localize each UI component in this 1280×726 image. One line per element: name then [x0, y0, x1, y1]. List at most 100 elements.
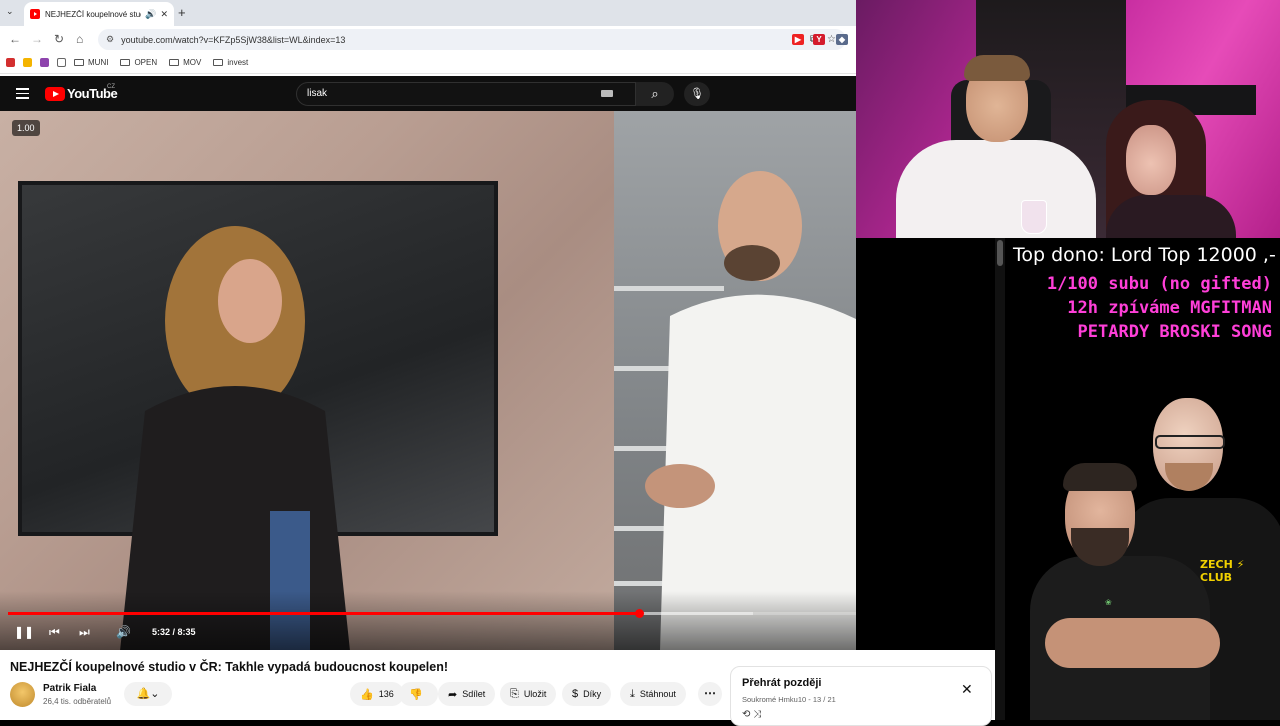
overlay-shirt-logo-left-icon: ❀: [1105, 598, 1112, 607]
pause-icon[interactable]: ❚❚: [14, 625, 34, 639]
home-icon[interactable]: ⌂: [76, 32, 83, 46]
thumbs-up-icon: 👍: [360, 688, 374, 701]
extension-shield-icon[interactable]: ◆: [836, 34, 848, 45]
glasses-icon: [1155, 435, 1225, 449]
thanks-label: Díky: [583, 689, 602, 699]
webcam-woman-face: [1126, 125, 1176, 195]
save-button[interactable]: ⎘ Uložit: [500, 682, 557, 706]
bookmark-folder-mov[interactable]: MOV: [169, 58, 201, 67]
bookmark-app-icon[interactable]: [6, 58, 15, 67]
video-person-man: [645, 171, 856, 650]
save-label: Uložit: [523, 689, 547, 699]
previous-icon[interactable]: ⏮: [49, 625, 60, 640]
scrollbar-thumb[interactable]: [997, 240, 1003, 266]
more-actions-button[interactable]: ⋯: [698, 682, 722, 706]
dislike-button[interactable]: 👎: [399, 682, 438, 706]
streamer-webcam: [856, 0, 1280, 238]
bookmark-star-icon[interactable]: ☆: [827, 34, 836, 45]
overlay-person-left-arms: [1045, 618, 1220, 668]
bookmark-folder-muni[interactable]: MUNI: [74, 58, 108, 67]
search-icon: ⌕: [651, 86, 659, 101]
tab-strip: ⌄ NEJHEZČÍ koupelnové studi 🔊 ✕ +: [0, 0, 856, 26]
video-info: NEJHEZČÍ koupelnové studio v ČR: Takhle …: [0, 650, 1000, 726]
channel-avatar[interactable]: [10, 682, 35, 707]
bookmark-app-icon[interactable]: [40, 58, 49, 67]
forward-icon[interactable]: →: [31, 32, 43, 46]
video-person-woman: [120, 226, 350, 650]
keyboard-icon[interactable]: [601, 90, 613, 97]
overlay-shirt-logo-icon: ZECH ⚡ CLUB: [1200, 558, 1245, 584]
bookmark-label: MOV: [183, 58, 202, 67]
playlist-panel: Přehrát později Soukromé Hmku10 - 13 / 2…: [730, 666, 992, 726]
time-display: 5:32 / 8:35: [152, 627, 196, 637]
playlist-close-icon[interactable]: ✕: [961, 681, 973, 698]
bookmark-app-icon[interactable]: [23, 58, 32, 67]
folder-icon: [169, 59, 180, 66]
site-info-icon[interactable]: ⚙: [106, 34, 114, 45]
subscriber-count: 26,4 tis. odběratelů: [43, 697, 112, 706]
thanks-icon: $: [572, 688, 579, 700]
search-button[interactable]: ⌕: [636, 82, 674, 106]
bookmark-label: OPEN: [134, 58, 158, 67]
youtube-favicon-icon: [30, 9, 40, 19]
mic-icon: 🎙: [690, 88, 704, 100]
reload-icon[interactable]: ↻: [54, 32, 64, 46]
volume-icon[interactable]: 🔊: [116, 625, 131, 639]
new-tab-button[interactable]: +: [178, 5, 186, 20]
extension-youtube-icon[interactable]: ▶: [792, 34, 804, 45]
bell-icon: 🔔⌄: [136, 688, 160, 700]
apps-grid-icon[interactable]: [57, 58, 66, 67]
tab-close-icon[interactable]: ✕: [160, 9, 168, 20]
goal-line-1: 1/100 subu (no gifted): [1046, 274, 1272, 294]
folder-icon: [120, 59, 131, 66]
notification-bell-button[interactable]: 🔔⌄: [124, 682, 172, 706]
extension-y-icon[interactable]: Y: [813, 34, 825, 45]
like-count: 136: [378, 689, 394, 699]
save-icon: ⎘: [510, 687, 519, 700]
more-icon: ⋯: [704, 686, 716, 700]
address-bar[interactable]: ⚙ youtube.com/watch?v=KFZp5SjW38&list=WL…: [98, 29, 846, 50]
scrubber-handle[interactable]: [635, 609, 645, 618]
loop-shuffle-icon[interactable]: ⟲ ⤨: [742, 709, 761, 720]
folder-icon: [213, 59, 224, 66]
playlist-title: Přehrát později: [742, 677, 822, 689]
back-icon[interactable]: ←: [9, 32, 21, 46]
video-title: NEJHEZČÍ koupelnové studio v ČR: Takhle …: [10, 660, 449, 674]
video-player[interactable]: 1.00 ❚❚ ⏮ ⏭ 🔊 5:32 / 8:35 ▭ ⚙ ⧉ ⤢: [0, 111, 856, 650]
bookmark-folder-open[interactable]: OPEN: [120, 58, 157, 67]
like-button[interactable]: 👍 136: [350, 682, 404, 706]
tab-title: NEJHEZČÍ koupelnové studi: [45, 9, 142, 19]
next-icon[interactable]: ⏭: [79, 625, 90, 640]
folder-icon: [74, 59, 84, 66]
tab-search-icon[interactable]: ⌄: [6, 6, 14, 17]
thanks-button[interactable]: $ Díky: [562, 682, 612, 706]
progress-played: [8, 612, 640, 615]
youtube-header: YouTube CZ lisak ⌕ 🎙: [0, 76, 856, 111]
download-button[interactable]: ⤓ Stáhnout: [620, 682, 686, 706]
playlist-subtitle: Soukromé Hmku10 - 13 / 21: [742, 695, 836, 704]
menu-icon[interactable]: [16, 88, 29, 102]
webcam-man-hair: [964, 55, 1030, 81]
progress-bar[interactable]: [8, 609, 856, 618]
search-input[interactable]: lisak: [296, 82, 636, 106]
browser-tab[interactable]: NEJHEZČÍ koupelnové studi 🔊 ✕: [24, 2, 174, 26]
share-button[interactable]: ➦ Sdílet: [438, 682, 496, 706]
country-code: CZ: [107, 84, 115, 90]
download-label: Stáhnout: [639, 689, 676, 699]
webcam-glass: [1021, 200, 1047, 234]
url-text: youtube.com/watch?v=KFZp5SjW38&list=WL&i…: [121, 34, 346, 45]
webcam-woman-body: [1106, 195, 1236, 238]
audio-icon[interactable]: 🔊: [145, 9, 156, 20]
bookmark-folder-invest[interactable]: invest: [213, 58, 248, 67]
channel-name[interactable]: Patrik Fiala: [43, 683, 96, 694]
goal-line-2: 12h zpíváme MGFITMAN: [1067, 298, 1272, 318]
share-label: Sdílet: [462, 689, 486, 699]
playback-speed-badge: 1.00: [12, 120, 40, 136]
stream-overlay: Top dono: Lord Top 12000 ,- 1/100 subu (…: [1005, 238, 1280, 720]
thumbs-down-icon: 👎: [409, 688, 423, 701]
page-scrollbar[interactable]: [995, 238, 1005, 720]
voice-search-button[interactable]: 🎙: [684, 82, 710, 106]
youtube-logo[interactable]: YouTube CZ: [45, 84, 118, 101]
youtube-play-icon: [45, 86, 65, 101]
share-icon: ➦: [448, 688, 458, 701]
